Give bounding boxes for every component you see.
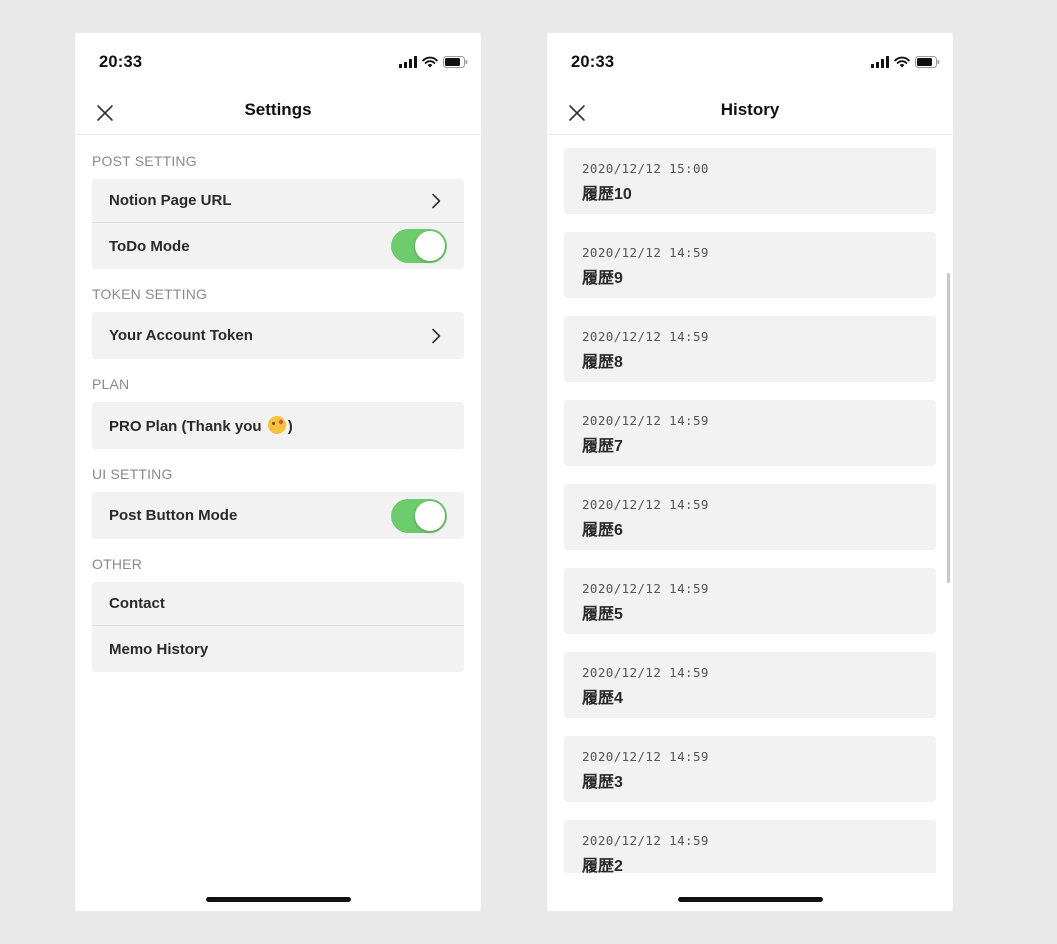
toggle-knob — [415, 500, 445, 531]
history-date: 2020/12/12 14:59 — [582, 581, 709, 596]
settings-screen: 20:33 Settings POST SETTING Notion Page … — [75, 33, 481, 911]
history-date: 2020/12/12 14:59 — [582, 329, 709, 344]
page-title: History — [720, 100, 780, 119]
status-time: 20:33 — [571, 53, 615, 71]
chevron-right-icon — [432, 193, 441, 208]
history-date: 2020/12/12 14:59 — [582, 749, 709, 764]
battery-icon — [915, 56, 940, 68]
chevron-right-icon — [432, 328, 441, 343]
row-label: Memo History — [109, 640, 209, 658]
todo-mode-toggle[interactable] — [391, 229, 447, 263]
row-memo-history[interactable]: Memo History — [92, 625, 464, 672]
history-date: 2020/12/12 15:00 — [582, 161, 709, 176]
scrollbar[interactable] — [947, 273, 950, 583]
section-header-token-setting: TOKEN SETTING — [92, 286, 208, 302]
history-date: 2020/12/12 14:59 — [582, 245, 709, 260]
group-token-setting: Your Account Token — [92, 312, 464, 359]
history-item[interactable]: 2020/12/12 14:59 履歴8 — [564, 316, 936, 382]
history-title: 履歴3 — [582, 774, 623, 791]
row-post-button-mode: Post Button Mode — [92, 492, 464, 539]
status-bar: 20:33 — [547, 33, 953, 91]
cellular-signal-icon — [399, 56, 417, 68]
row-account-token[interactable]: Your Account Token — [92, 312, 464, 359]
row-contact[interactable]: Contact — [92, 582, 464, 625]
history-item[interactable]: 2020/12/12 14:59 履歴2 — [564, 820, 936, 873]
row-label: Your Account Token — [109, 327, 253, 344]
wifi-icon — [422, 56, 438, 68]
settings-list: POST SETTING Notion Page URL ToDo Mode T… — [92, 136, 464, 672]
nav-bar: History — [547, 91, 953, 135]
section-header-plan: PLAN — [92, 376, 130, 392]
history-title: 履歴8 — [582, 354, 623, 371]
history-item[interactable]: 2020/12/12 14:59 履歴5 — [564, 568, 936, 634]
row-label: Contact — [109, 595, 165, 612]
history-date: 2020/12/12 14:59 — [582, 413, 709, 428]
history-title: 履歴5 — [582, 606, 623, 623]
home-indicator — [678, 897, 823, 902]
status-time: 20:33 — [99, 53, 143, 71]
history-screen: 20:33 History 2020/12/12 15:00 履歴10 2020… — [547, 33, 953, 911]
history-title: 履歴2 — [582, 858, 623, 873]
plan-label-end: ) — [287, 418, 293, 435]
group-ui-setting: Post Button Mode — [92, 492, 464, 539]
history-item[interactable]: 2020/12/12 14:59 履歴3 — [564, 736, 936, 802]
page-title: Settings — [244, 100, 312, 119]
row-label: ToDo Mode — [109, 237, 190, 255]
plan-label: PRO Plan (Thank you — [109, 418, 262, 435]
section-header-other: OTHER — [92, 556, 142, 572]
history-list[interactable]: 2020/12/12 15:00 履歴10 2020/12/12 14:59 履… — [547, 136, 953, 873]
kissing-face-emoji-icon — [267, 416, 286, 434]
group-plan: PRO Plan (Thank you ) — [92, 402, 464, 449]
history-title: 履歴7 — [582, 438, 623, 455]
row-label: Post Button Mode — [109, 507, 238, 524]
history-date: 2020/12/12 14:59 — [582, 833, 709, 848]
battery-icon — [443, 56, 468, 68]
section-header-ui-setting: UI SETTING — [92, 466, 173, 482]
history-item[interactable]: 2020/12/12 14:59 履歴4 — [564, 652, 936, 718]
status-bar: 20:33 — [75, 33, 481, 91]
row-pro-plan: PRO Plan (Thank you ) — [92, 402, 464, 449]
toggle-knob — [415, 231, 445, 261]
history-title: 履歴10 — [582, 186, 632, 203]
history-item[interactable]: 2020/12/12 14:59 履歴6 — [564, 484, 936, 550]
cellular-signal-icon — [871, 56, 889, 68]
group-other: Contact Memo History — [92, 582, 464, 672]
section-header-post-setting: POST SETTING — [92, 153, 197, 169]
history-item[interactable]: 2020/12/12 15:00 履歴10 — [564, 148, 936, 214]
row-label: PRO Plan (Thank you ) — [109, 416, 293, 435]
history-title: 履歴6 — [582, 522, 623, 539]
row-label: Notion Page URL — [109, 192, 232, 209]
history-date: 2020/12/12 14:59 — [582, 665, 709, 680]
history-item[interactable]: 2020/12/12 14:59 履歴7 — [564, 400, 936, 466]
home-indicator — [206, 897, 351, 902]
group-post-setting: Notion Page URL ToDo Mode — [92, 179, 464, 269]
row-todo-mode: ToDo Mode — [92, 222, 464, 269]
history-title: 履歴4 — [582, 690, 623, 707]
post-button-mode-toggle[interactable] — [391, 498, 447, 533]
history-title: 履歴9 — [582, 270, 623, 287]
history-date: 2020/12/12 14:59 — [582, 497, 709, 512]
wifi-icon — [894, 56, 910, 68]
nav-bar: Settings — [75, 91, 481, 135]
history-item[interactable]: 2020/12/12 14:59 履歴9 — [564, 232, 936, 298]
row-notion-page-url[interactable]: Notion Page URL — [92, 179, 464, 222]
